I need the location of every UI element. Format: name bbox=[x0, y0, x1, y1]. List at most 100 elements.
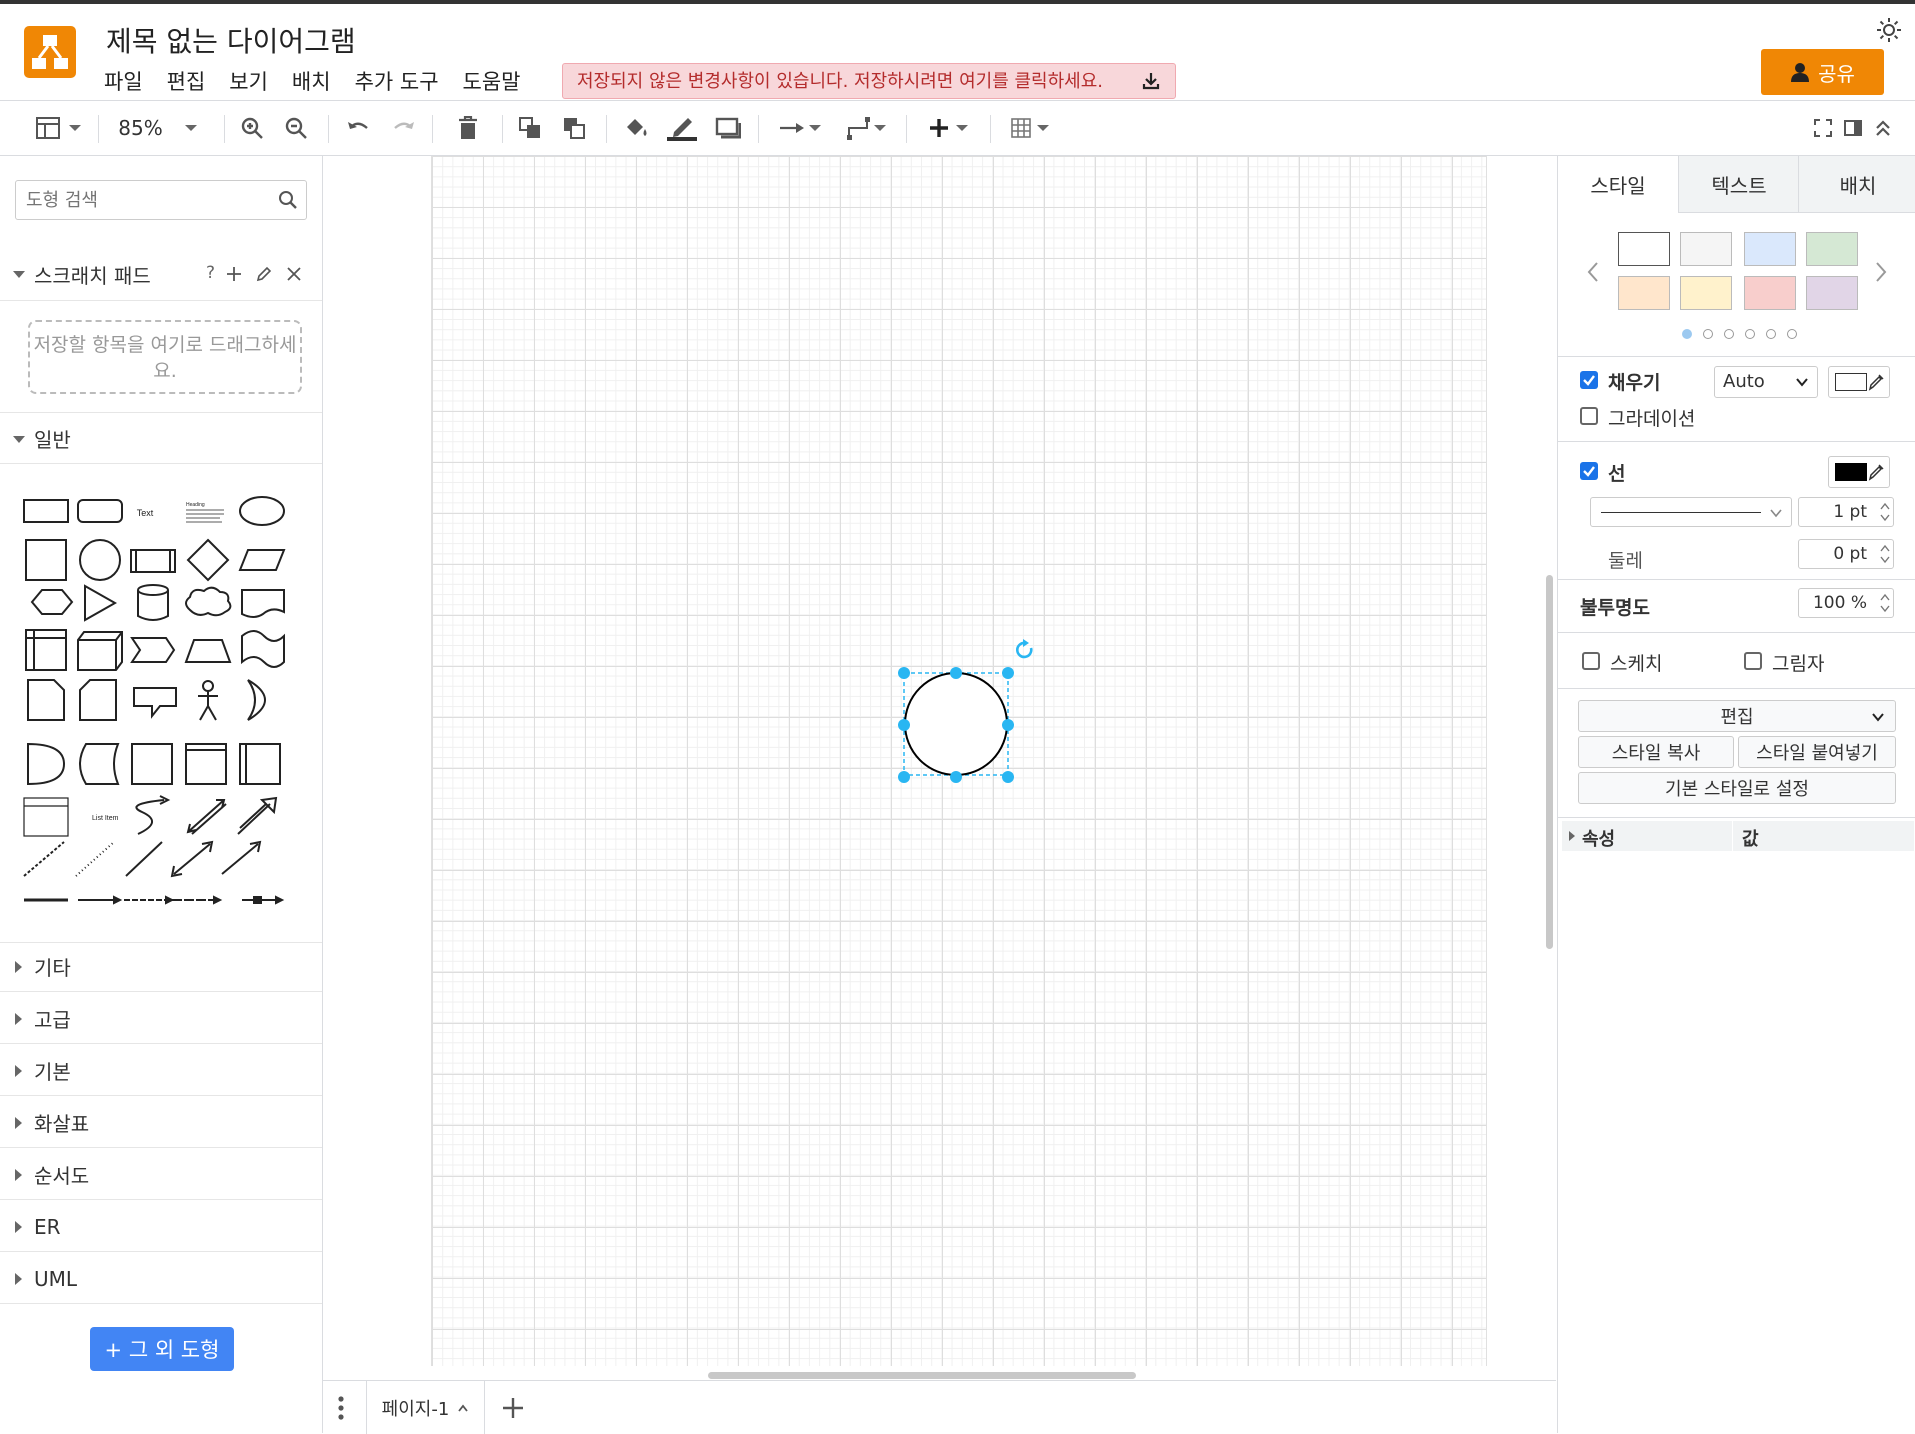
share-button[interactable]: 공유 bbox=[1761, 49, 1884, 95]
collapse-toolbar-button[interactable] bbox=[1868, 101, 1898, 155]
set-default-style-button[interactable]: 기본 스타일로 설정 bbox=[1578, 772, 1896, 804]
style-swatch-purple[interactable] bbox=[1806, 276, 1858, 310]
tab-text[interactable]: 텍스트 bbox=[1678, 156, 1799, 213]
fullscreen-button[interactable] bbox=[1808, 101, 1838, 155]
format-panel-toggle[interactable] bbox=[30, 101, 86, 155]
page-tab-1[interactable]: 페이지-1 bbox=[366, 1381, 485, 1434]
undo-button[interactable] bbox=[342, 101, 374, 155]
paste-style-button[interactable]: 스타일 붙여넣기 bbox=[1738, 736, 1896, 768]
line-color-picker[interactable] bbox=[1828, 456, 1890, 488]
tab-style[interactable]: 스타일 bbox=[1558, 156, 1678, 212]
chevron-left-icon[interactable] bbox=[1586, 260, 1600, 284]
step-shape[interactable] bbox=[130, 637, 176, 663]
vertical-container-shape[interactable] bbox=[239, 743, 281, 785]
rounded-rectangle-shape[interactable] bbox=[77, 499, 123, 523]
connector-label2-shape[interactable] bbox=[172, 895, 223, 905]
page-dot[interactable] bbox=[1703, 329, 1713, 339]
dashed-line-shape[interactable] bbox=[23, 841, 65, 877]
search-icon[interactable] bbox=[278, 190, 298, 210]
zoom-dropdown[interactable]: 85% bbox=[110, 101, 205, 155]
or-shape[interactable] bbox=[247, 679, 266, 721]
copy-style-button[interactable]: 스타일 복사 bbox=[1578, 736, 1734, 768]
rotate-handle-icon[interactable] bbox=[1013, 638, 1037, 662]
actor-shape[interactable] bbox=[198, 680, 218, 721]
menu-extras[interactable]: 추가 도구 bbox=[343, 66, 451, 96]
style-swatch-blue[interactable] bbox=[1744, 232, 1796, 266]
spinner-icon[interactable] bbox=[1880, 543, 1890, 565]
more-shapes-button[interactable]: + 그 외 도형 bbox=[90, 1327, 234, 1371]
style-swatch-gray[interactable] bbox=[1680, 232, 1732, 266]
chevron-right-icon[interactable] bbox=[1874, 260, 1888, 284]
delete-button[interactable] bbox=[452, 101, 484, 155]
container-shape[interactable] bbox=[131, 743, 173, 785]
line-checkbox[interactable] bbox=[1580, 462, 1598, 480]
menu-file[interactable]: 파일 bbox=[104, 66, 155, 96]
redo-button[interactable] bbox=[388, 101, 420, 155]
edit-dropdown[interactable]: 편집 bbox=[1578, 700, 1896, 732]
line-shape[interactable] bbox=[125, 841, 163, 877]
section-basic[interactable]: 기본 bbox=[0, 1046, 322, 1096]
theme-sun-icon[interactable] bbox=[1875, 16, 1903, 44]
cylinder-shape[interactable] bbox=[137, 584, 169, 621]
directional-connector-shape[interactable] bbox=[221, 840, 262, 875]
cube-shape[interactable] bbox=[77, 631, 123, 671]
style-swatch-green[interactable] bbox=[1806, 232, 1858, 266]
section-advanced[interactable]: 고급 bbox=[0, 994, 322, 1044]
connector-arrow-shape[interactable] bbox=[78, 895, 123, 905]
card-shape[interactable] bbox=[79, 679, 117, 721]
rectangle-shape[interactable] bbox=[23, 499, 69, 523]
sketch-checkbox[interactable] bbox=[1582, 652, 1600, 670]
tab-arrange[interactable]: 배치 bbox=[1798, 156, 1915, 213]
drawio-logo[interactable] bbox=[24, 26, 76, 78]
properties-table-header[interactable]: 속성 값 bbox=[1562, 821, 1914, 851]
horizontal-scrollbar[interactable] bbox=[708, 1372, 1136, 1379]
page-dot[interactable] bbox=[1766, 329, 1776, 339]
hexagon-shape[interactable] bbox=[30, 589, 74, 615]
menu-arrange[interactable]: 배치 bbox=[280, 66, 343, 96]
style-swatch-red[interactable] bbox=[1744, 276, 1796, 310]
table-dropdown[interactable] bbox=[1004, 101, 1056, 155]
opacity-input[interactable]: 100 % bbox=[1798, 588, 1894, 618]
tape-shape[interactable] bbox=[241, 630, 285, 668]
triangle-shape[interactable] bbox=[84, 584, 118, 622]
selection-handles[interactable] bbox=[893, 656, 1033, 786]
menu-help[interactable]: 도움말 bbox=[451, 66, 533, 96]
fill-color-picker[interactable] bbox=[1828, 366, 1890, 398]
document-title[interactable]: 제목 없는 다이어그램 bbox=[106, 20, 356, 60]
page-dot[interactable] bbox=[1787, 329, 1797, 339]
zoom-in-button[interactable] bbox=[236, 101, 268, 155]
style-swatch-orange[interactable] bbox=[1618, 276, 1670, 310]
internal-storage-shape[interactable] bbox=[25, 629, 67, 671]
cloud-shape[interactable] bbox=[185, 586, 232, 617]
shadow-checkbox[interactable] bbox=[1744, 652, 1762, 670]
circle-shape[interactable] bbox=[79, 539, 121, 581]
document-shape[interactable] bbox=[241, 589, 285, 618]
square-shape[interactable] bbox=[25, 539, 67, 581]
edit-pencil-icon[interactable] bbox=[256, 266, 272, 282]
connection-style-dropdown[interactable] bbox=[774, 101, 826, 155]
diagram-canvas[interactable] bbox=[323, 156, 1556, 1380]
style-swatch-yellow[interactable] bbox=[1680, 276, 1732, 310]
to-back-button[interactable] bbox=[558, 101, 590, 155]
menu-edit[interactable]: 편집 bbox=[155, 66, 218, 96]
spinner-icon[interactable] bbox=[1880, 592, 1890, 614]
zoom-out-button[interactable] bbox=[280, 101, 312, 155]
swimlane-shape[interactable] bbox=[185, 743, 227, 785]
line-color-button[interactable] bbox=[664, 101, 700, 155]
shape-search-input[interactable] bbox=[16, 181, 268, 219]
scratchpad-drop-zone[interactable]: 저장할 항목을 여기로 드래그하세요. bbox=[28, 320, 302, 394]
diamond-shape[interactable] bbox=[186, 538, 230, 582]
parallelogram-shape[interactable] bbox=[238, 549, 286, 571]
connector-label-shape[interactable] bbox=[124, 895, 175, 905]
spinner-icon[interactable] bbox=[1880, 501, 1890, 523]
arrow-shape[interactable] bbox=[237, 796, 278, 835]
add-page-icon[interactable] bbox=[501, 1396, 525, 1420]
line-width-input[interactable]: 1 pt bbox=[1798, 497, 1894, 527]
callout-shape[interactable] bbox=[133, 687, 177, 719]
list-shape[interactable] bbox=[23, 797, 69, 837]
ellipse-shape[interactable] bbox=[239, 496, 285, 526]
process-shape[interactable] bbox=[130, 549, 176, 573]
scratchpad-header[interactable]: 스크래치 패드 ? bbox=[0, 249, 322, 299]
connector-symbol-shape[interactable] bbox=[242, 895, 285, 905]
section-misc[interactable]: 기타 bbox=[0, 942, 322, 992]
